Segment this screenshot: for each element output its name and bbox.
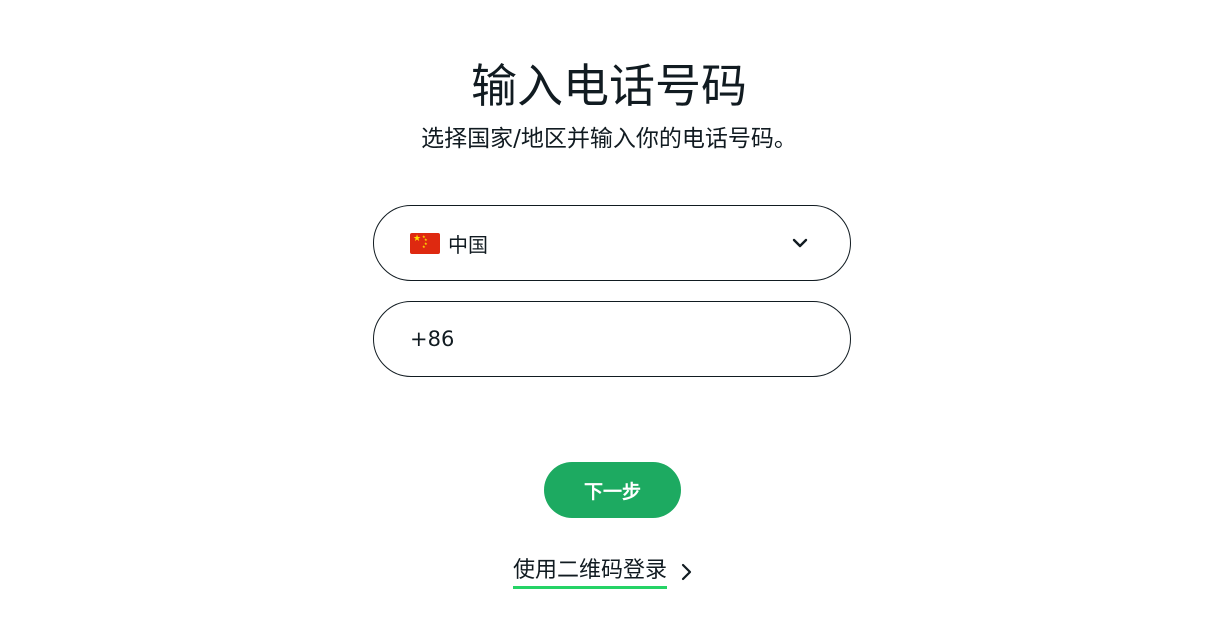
next-button[interactable]: 下一步: [544, 462, 681, 518]
chevron-right-icon: [681, 563, 692, 581]
country-select-value: 中国: [448, 232, 488, 257]
chevron-down-icon: [792, 238, 808, 248]
china-flag-icon: ★ ★ ★ ★ ★: [410, 232, 440, 254]
phone-number-field[interactable]: [373, 301, 851, 377]
phone-login-page: 输入电话号码 选择国家/地区并输入你的电话号码。 ★ ★ ★ ★ ★ 中国 下一…: [0, 0, 1218, 623]
phone-number-input[interactable]: [410, 327, 814, 351]
qr-login-link[interactable]: 使用二维码登录: [513, 556, 697, 590]
page-subtitle: 选择国家/地区并输入你的电话号码。: [421, 126, 797, 152]
page-title: 输入电话号码: [471, 59, 747, 113]
qr-login-label: 使用二维码登录: [513, 556, 668, 589]
country-select[interactable]: ★ ★ ★ ★ ★ 中国: [373, 205, 851, 281]
